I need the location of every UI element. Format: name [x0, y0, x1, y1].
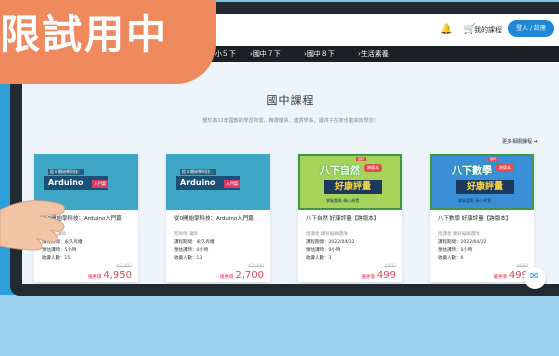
- sale-price: 優惠價 499: [361, 270, 396, 281]
- course-teacher: 授課者 康軒編輯團隊: [306, 232, 348, 237]
- course-students: 收藏人數：6: [438, 256, 464, 261]
- thumb-brand: 康軒: [488, 157, 499, 161]
- thumb-tag: 入門篇: [92, 180, 108, 188]
- course-thumbnail[interactable]: 從０開始學科技： Arduino 入門篇: [166, 154, 270, 210]
- course-period: 課程期間：永久有權: [174, 240, 215, 245]
- price-value: 499: [376, 270, 396, 281]
- messenger-icon[interactable]: ✉: [524, 267, 546, 289]
- course-title[interactable]: 八下數學 好康評量【跨版本】: [438, 215, 530, 223]
- my-courses-link[interactable]: 我的課程: [474, 25, 502, 35]
- course-duration: 預估課時：0小時: [306, 248, 341, 253]
- price-label: 優惠價: [87, 275, 102, 280]
- course-card[interactable]: 康軒 八下自然 跨版本 好康評量 掌握重點 精心佈置 八下自然 好康評量【跨版本…: [298, 154, 402, 282]
- price-value: 4,950: [103, 270, 132, 281]
- login-button[interactable]: 登入 / 註冊: [508, 20, 554, 37]
- ribbon-text: 限試用中: [0, 12, 168, 58]
- course-teacher: 授課者 康軒編輯團隊: [438, 232, 480, 237]
- bell-icon[interactable]: 🔔: [440, 24, 452, 35]
- hand-image: [0, 200, 65, 251]
- original-price: $600: [516, 264, 528, 269]
- thumb-pill: 跨版本: [496, 164, 514, 172]
- course-duration: 預估課時：0小時: [438, 248, 473, 253]
- nav-label: 國中７下: [252, 50, 281, 58]
- thumb-footer: 掌握重點 精心佈置: [458, 198, 492, 203]
- thumb-subject: 八下自然: [320, 166, 360, 177]
- course-thumbnail[interactable]: 康軒 八下數學 跨版本 好康評量 掌握重點 精心佈置: [430, 154, 534, 210]
- course-duration: 預估課時：0小時: [174, 248, 209, 253]
- course-title[interactable]: 八下自然 好康評量【跨版本】: [306, 215, 398, 223]
- course-students: 收藏人數：13: [174, 256, 203, 261]
- nav-item-grade8[interactable]: ›國中８下: [304, 49, 335, 59]
- section-title: 國中課程: [266, 94, 315, 107]
- price-label: 優惠價: [361, 275, 375, 280]
- original-price: $5,000: [116, 264, 132, 269]
- thumb-brand: 康軒: [356, 157, 367, 161]
- course-card[interactable]: 從０開始學科技： Arduino 入門篇 從0開始學科技：Arduino入門篇 …: [166, 154, 270, 282]
- nav-item-literacy[interactable]: ›生活素養: [358, 49, 389, 59]
- thumb-caption: 從０開始學科技：: [180, 169, 216, 175]
- sale-price: 優惠價 4,950: [88, 270, 132, 281]
- nav-item-grade7[interactable]: ›國中７下: [250, 49, 281, 59]
- thumb-tag: 入門篇: [224, 180, 240, 188]
- course-period: 課程期間：2022/04/32: [438, 240, 487, 245]
- price-label: 優惠價: [493, 275, 507, 280]
- section-subtitle: 鑒於為12年國教的學習所需，精選優質、連貫學系，讓孩子在家也能高效學習！: [202, 118, 379, 124]
- nav-label: 國中８下: [306, 50, 335, 58]
- trial-ribbon: 限試用中: [0, 0, 216, 84]
- course-card[interactable]: 康軒 八下數學 跨版本 好康評量 掌握重點 精心佈置 八下數學 好康評量【跨版本…: [430, 154, 534, 282]
- backdrop-band: [0, 295, 559, 356]
- sale-price: 優惠價 2,700: [220, 270, 264, 281]
- thumb-caption: 從０開始學科技：: [48, 169, 84, 175]
- course-thumbnail[interactable]: 康軒 八下自然 跨版本 好康評量 掌握重點 精心佈置: [298, 154, 402, 210]
- original-price: $600: [384, 264, 396, 269]
- course-period: 課程期間：2022/04/32: [306, 240, 355, 245]
- price-label: 優惠價: [219, 275, 234, 280]
- course-students: 收藏人數：3: [306, 256, 332, 261]
- thumb-pill: 跨版本: [364, 164, 382, 172]
- price-value: 2,700: [235, 270, 264, 281]
- thumb-footer: 掌握重點 精心佈置: [326, 198, 360, 203]
- course-teacher: 程師傅 講師: [174, 232, 198, 237]
- nav-label: 生活素養: [360, 50, 389, 58]
- nav-label: 小５下: [214, 50, 236, 58]
- nav-item-grade5[interactable]: ›小５下: [212, 49, 236, 59]
- thumb-headline: 好康評量: [456, 180, 514, 194]
- thumb-subject: 八下數學: [452, 166, 492, 177]
- sale-price: 優惠價 499: [493, 270, 528, 281]
- thumb-headline: 好康評量: [324, 180, 382, 194]
- chat-icon: ✉: [530, 271, 539, 282]
- more-courses-link[interactable]: 更多相關課程 ➔: [502, 138, 538, 145]
- original-price: $3,000: [248, 264, 264, 269]
- course-title[interactable]: 從0開始學科技：Arduino入門篇: [174, 215, 266, 223]
